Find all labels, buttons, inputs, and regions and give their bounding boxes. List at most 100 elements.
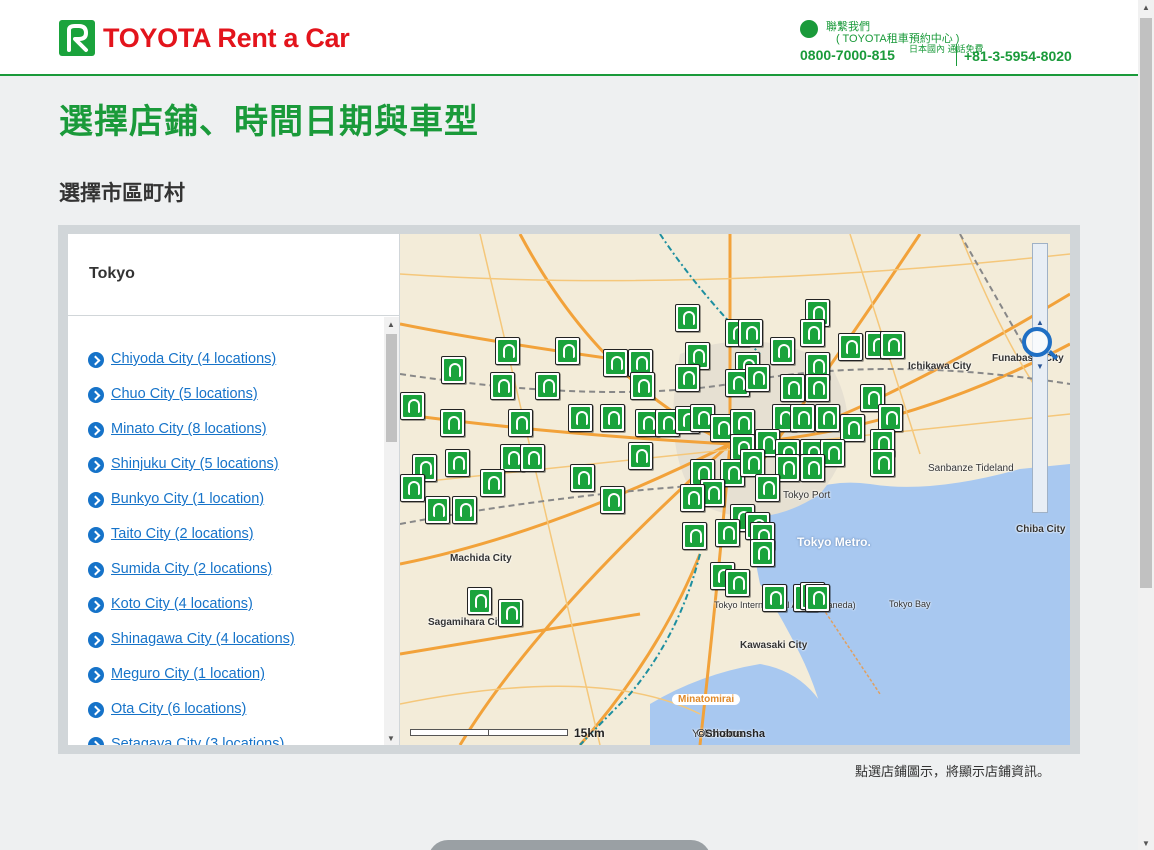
city-list-item[interactable]: Ota City (6 locations) [88,701,295,736]
store-pin-icon[interactable] [600,404,625,432]
scroll-down-icon[interactable]: ▼ [1142,839,1150,848]
store-pin-icon[interactable] [675,304,700,332]
store-pin-icon[interactable] [603,349,628,377]
city-link[interactable]: Setagaya City (3 locations) [111,736,284,745]
store-pin-icon[interactable] [467,587,492,615]
store-map[interactable]: Ichikawa City Funabashi City Sanbanze Ti… [400,234,1070,745]
store-pin-icon[interactable] [628,442,653,470]
chevron-right-icon [88,422,104,438]
city-link[interactable]: Taito City (2 locations) [111,526,254,542]
store-pin-icon[interactable] [535,372,560,400]
store-pin-icon[interactable] [452,496,477,524]
store-pin-icon[interactable] [555,337,580,365]
store-pin-icon[interactable] [838,333,863,361]
store-pin-icon[interactable] [568,404,593,432]
toyota-rent-a-car-logo-icon [59,20,95,56]
city-link[interactable]: Bunkyo City (1 location) [111,491,264,507]
city-link[interactable]: Ota City (6 locations) [111,701,246,717]
store-pin-icon[interactable] [790,404,815,432]
city-list-item[interactable]: Koto City (4 locations) [88,596,295,631]
store-pin-icon[interactable] [498,599,523,627]
store-pin-icon[interactable] [400,474,425,502]
city-link[interactable]: Sumida City (2 locations) [111,561,272,577]
store-pin-icon[interactable] [738,319,763,347]
city-list-scrollbar[interactable]: ▲ ▼ [384,317,399,745]
store-pin-icon[interactable] [755,474,780,502]
city-link[interactable]: Shinjuku City (5 locations) [111,456,279,472]
zoom-out-icon[interactable]: ▼ [1036,362,1044,371]
store-pin-icon[interactable] [745,364,770,392]
list-scroll-down-icon[interactable]: ▼ [387,734,395,743]
map-label-chiba: Chiba City [1016,524,1066,535]
city-list-item[interactable]: Meguro City (1 location) [88,666,295,701]
list-scroll-up-icon[interactable]: ▲ [387,320,395,329]
store-pin-icon[interactable] [780,374,805,402]
map-label-tokyo-bay: Tokyo Bay [889,599,931,609]
store-pin-icon[interactable] [570,464,595,492]
city-list-item[interactable]: Sumida City (2 locations) [88,561,295,596]
store-pin-icon[interactable] [725,569,750,597]
store-pin-icon[interactable] [682,522,707,550]
zoom-slider[interactable]: ▲ ▼ [1032,243,1048,513]
store-pin-icon[interactable] [400,392,425,420]
city-link[interactable]: Shinagawa City (4 locations) [111,631,295,647]
store-pin-icon[interactable] [490,372,515,400]
store-pin-icon[interactable] [840,414,865,442]
store-pin-icon[interactable] [870,449,895,477]
store-pin-icon[interactable] [680,484,705,512]
store-pin-icon[interactable] [495,337,520,365]
store-pin-icon[interactable] [800,319,825,347]
scroll-up-icon[interactable]: ▲ [1142,3,1150,12]
store-pin-icon[interactable] [805,584,830,612]
store-pin-icon[interactable] [805,374,830,402]
store-pin-icon[interactable] [800,454,825,482]
store-pin-icon[interactable] [600,486,625,514]
store-pin-icon[interactable] [630,372,655,400]
store-pin-icon[interactable] [815,404,840,432]
city-link[interactable]: Minato City (8 locations) [111,421,267,437]
chevron-right-icon [88,492,104,508]
domestic-number[interactable]: 0800-7000-815 [800,47,895,63]
city-list-item[interactable]: Setagaya City (3 locations) [88,736,295,745]
store-pin-icon[interactable] [425,496,450,524]
store-pin-icon[interactable] [762,584,787,612]
chevron-right-icon [88,562,104,578]
city-link[interactable]: Chiyoda City (4 locations) [111,351,276,367]
intl-number[interactable]: +81-3-5954-8020 [964,48,1072,64]
city-list-item[interactable]: Chuo City (5 locations) [88,386,295,421]
store-pin-icon[interactable] [445,449,470,477]
store-pin-icon[interactable] [440,409,465,437]
page-scroll-thumb[interactable] [1140,18,1152,588]
city-link[interactable]: Meguro City (1 location) [111,666,265,682]
city-list-item[interactable]: Shinjuku City (5 locations) [88,456,295,491]
store-pin-icon[interactable] [508,409,533,437]
city-list-item[interactable]: Minato City (8 locations) [88,421,295,456]
city-list-item[interactable]: Chiyoda City (4 locations) [88,351,295,386]
city-link[interactable]: Chuo City (5 locations) [111,386,258,402]
chevron-right-icon [88,352,104,368]
city-list-item[interactable]: Shinagawa City (4 locations) [88,631,295,666]
store-pin-icon[interactable] [675,364,700,392]
map-scale-text: 15km [574,726,605,740]
page-scrollbar[interactable]: ▲ ▼ [1138,0,1154,850]
list-scroll-thumb[interactable] [386,334,397,442]
store-pin-icon[interactable] [480,469,505,497]
city-list-item[interactable]: Bunkyo City (1 location) [88,491,295,526]
store-pin-icon[interactable] [750,539,775,567]
store-pin-icon[interactable] [740,449,765,477]
store-pin-icon[interactable] [715,519,740,547]
store-pin-icon[interactable] [441,356,466,384]
store-pin-icon[interactable] [520,444,545,472]
store-pin-icon[interactable] [880,331,905,359]
zoom-magnifier-icon[interactable] [1022,327,1052,357]
logo[interactable]: TOYOTA Rent a Car [59,20,350,56]
map-label-minatomirai: Minatomirai [672,694,741,705]
store-pin-icon[interactable] [878,404,903,432]
zoom-in-icon[interactable]: ▲ [1036,318,1044,327]
store-pin-icon[interactable] [730,409,755,437]
city-list-item[interactable]: Taito City (2 locations) [88,526,295,561]
city-list: Chiyoda City (4 locations) Chuo City (5 l… [68,317,399,745]
next-button[interactable] [428,840,711,850]
city-link[interactable]: Koto City (4 locations) [111,596,253,612]
store-pin-icon[interactable] [770,337,795,365]
